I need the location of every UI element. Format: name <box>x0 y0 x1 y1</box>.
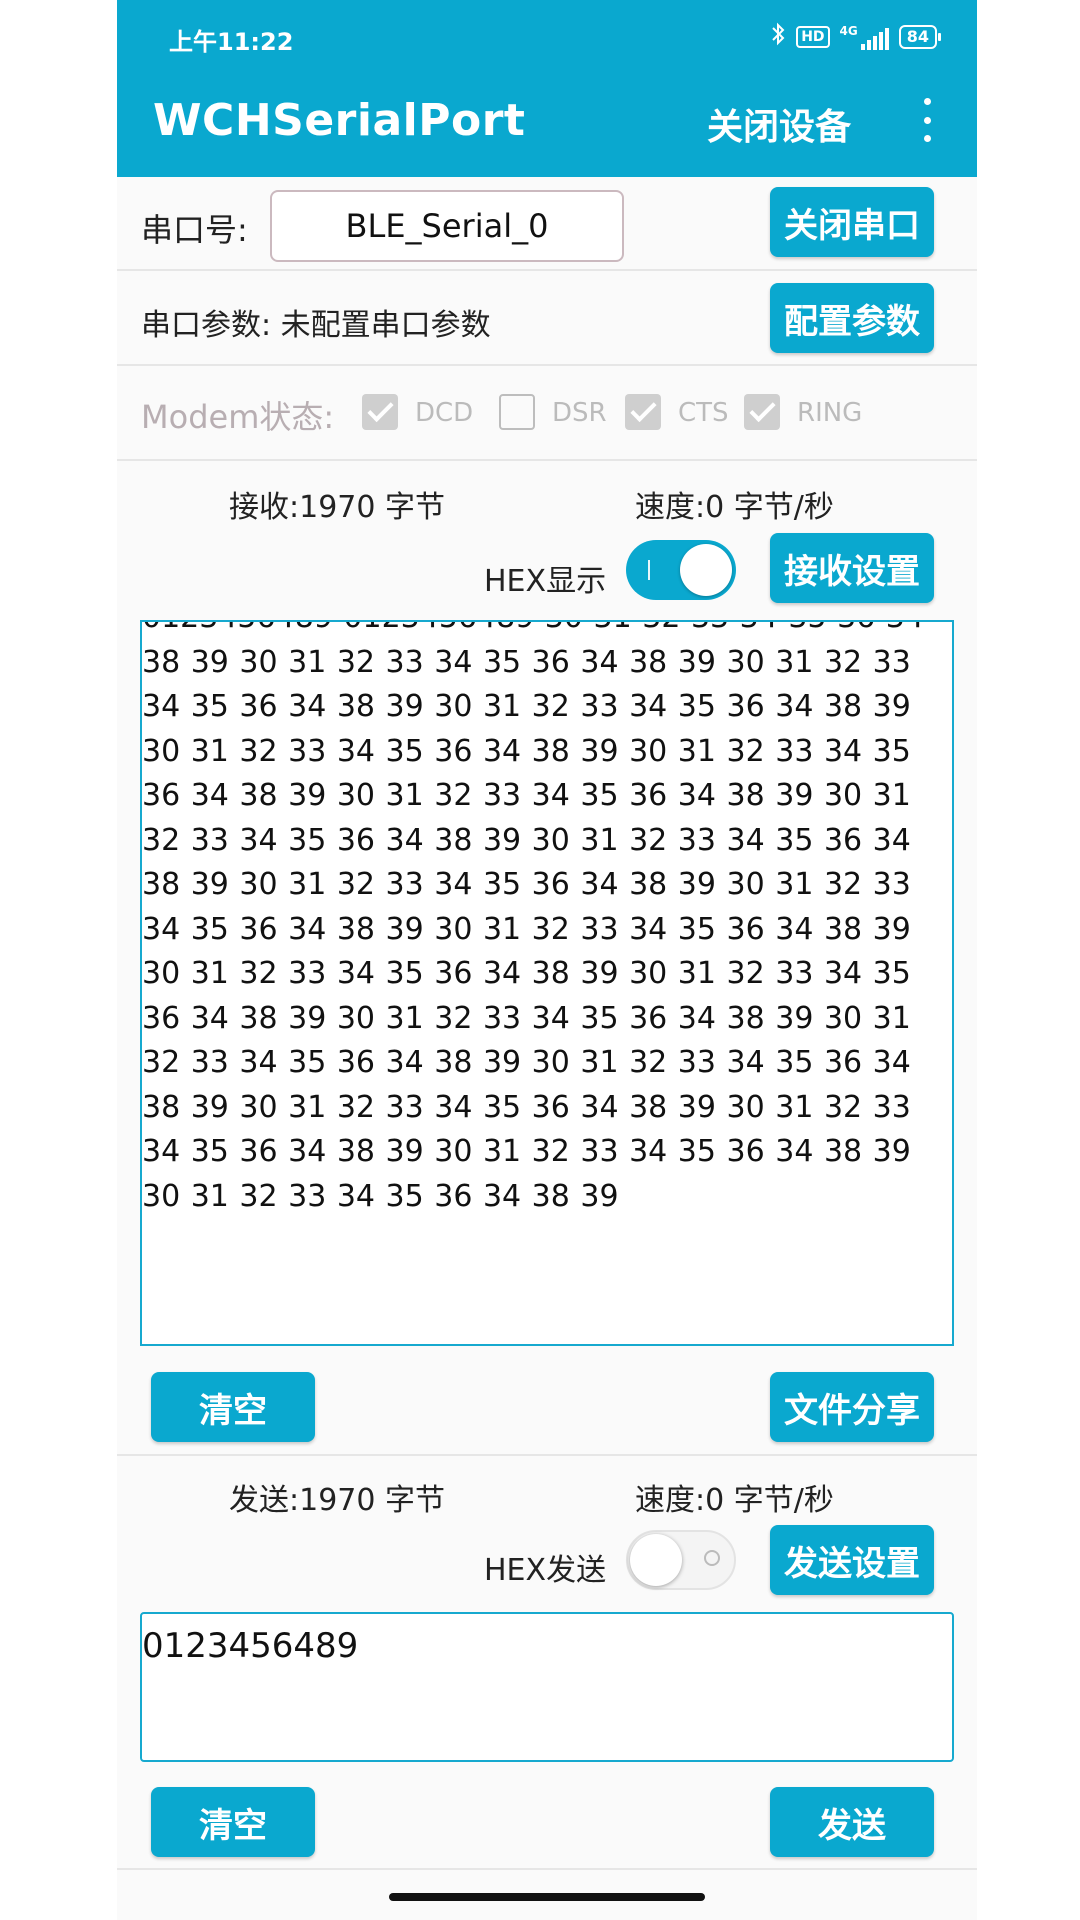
hd-icon: HD <box>796 25 830 48</box>
send-count: 发送:1970 字节 <box>229 1483 445 1518</box>
cts-checkbox <box>625 394 661 430</box>
send-speed: 速度:0 字节/秒 <box>635 1483 834 1518</box>
send-button[interactable]: 发送 <box>770 1787 934 1857</box>
file-share-button[interactable]: 文件分享 <box>770 1372 934 1442</box>
send-settings-button[interactable]: 发送设置 <box>770 1525 934 1595</box>
hex-display-label: HEX显示 <box>484 564 607 599</box>
status-icons: HD 4G 84 <box>770 22 942 51</box>
divider <box>117 269 977 271</box>
hex-send-toggle[interactable] <box>626 1530 736 1590</box>
divider <box>117 1868 977 1870</box>
receive-settings-button[interactable]: 接收设置 <box>770 533 934 603</box>
app-screen: 上午11:22 HD 4G 84 WCHSerialPort 关闭设备 串口号:… <box>117 0 977 1920</box>
app-title: WCHSerialPort <box>153 95 526 146</box>
send-input[interactable]: 0123456489 <box>140 1612 954 1762</box>
divider <box>117 1454 977 1456</box>
network-type: 4G <box>839 23 858 38</box>
receive-text: 0123456489 0123456489 30 31 32 33 34 35 … <box>142 622 924 1214</box>
status-time: 上午11:22 <box>169 28 294 56</box>
hex-send-label: HEX发送 <box>484 1553 607 1588</box>
home-indicator[interactable] <box>389 1893 705 1901</box>
receive-textarea[interactable]: 0123456489 0123456489 30 31 32 33 34 35 … <box>140 620 954 1346</box>
send-clear-button[interactable]: 清空 <box>151 1787 315 1857</box>
dcd-checkbox <box>362 394 398 430</box>
close-device-button[interactable]: 关闭设备 <box>707 98 851 150</box>
send-text: 0123456489 <box>142 1626 359 1666</box>
ring-label: RING <box>797 398 863 428</box>
cts-label: CTS <box>678 398 729 428</box>
receive-count: 接收:1970 字节 <box>229 490 445 525</box>
receive-clear-button[interactable]: 清空 <box>151 1372 315 1442</box>
receive-speed: 速度:0 字节/秒 <box>635 490 834 525</box>
dsr-checkbox <box>499 394 535 430</box>
battery-icon: 84 <box>898 24 942 49</box>
ring-checkbox <box>744 394 780 430</box>
dsr-label: DSR <box>552 398 607 428</box>
signal-icon: 4G <box>840 24 889 50</box>
dcd-label: DCD <box>415 398 474 428</box>
app-bar: 上午11:22 HD 4G 84 WCHSerialPort 关闭设备 <box>117 0 977 177</box>
port-label: 串口号: <box>141 211 248 249</box>
divider <box>117 364 977 366</box>
port-input[interactable]: BLE_Serial_0 <box>270 190 624 262</box>
bluetooth-icon <box>770 22 786 51</box>
close-port-button[interactable]: 关闭串口 <box>770 187 934 257</box>
divider <box>117 459 977 461</box>
config-params-button[interactable]: 配置参数 <box>770 283 934 353</box>
params-label: 串口参数: 未配置串口参数 <box>141 308 491 343</box>
modem-label: Modem状态: <box>141 398 335 436</box>
hex-display-toggle[interactable] <box>626 540 736 600</box>
overflow-menu-icon[interactable] <box>917 98 937 142</box>
